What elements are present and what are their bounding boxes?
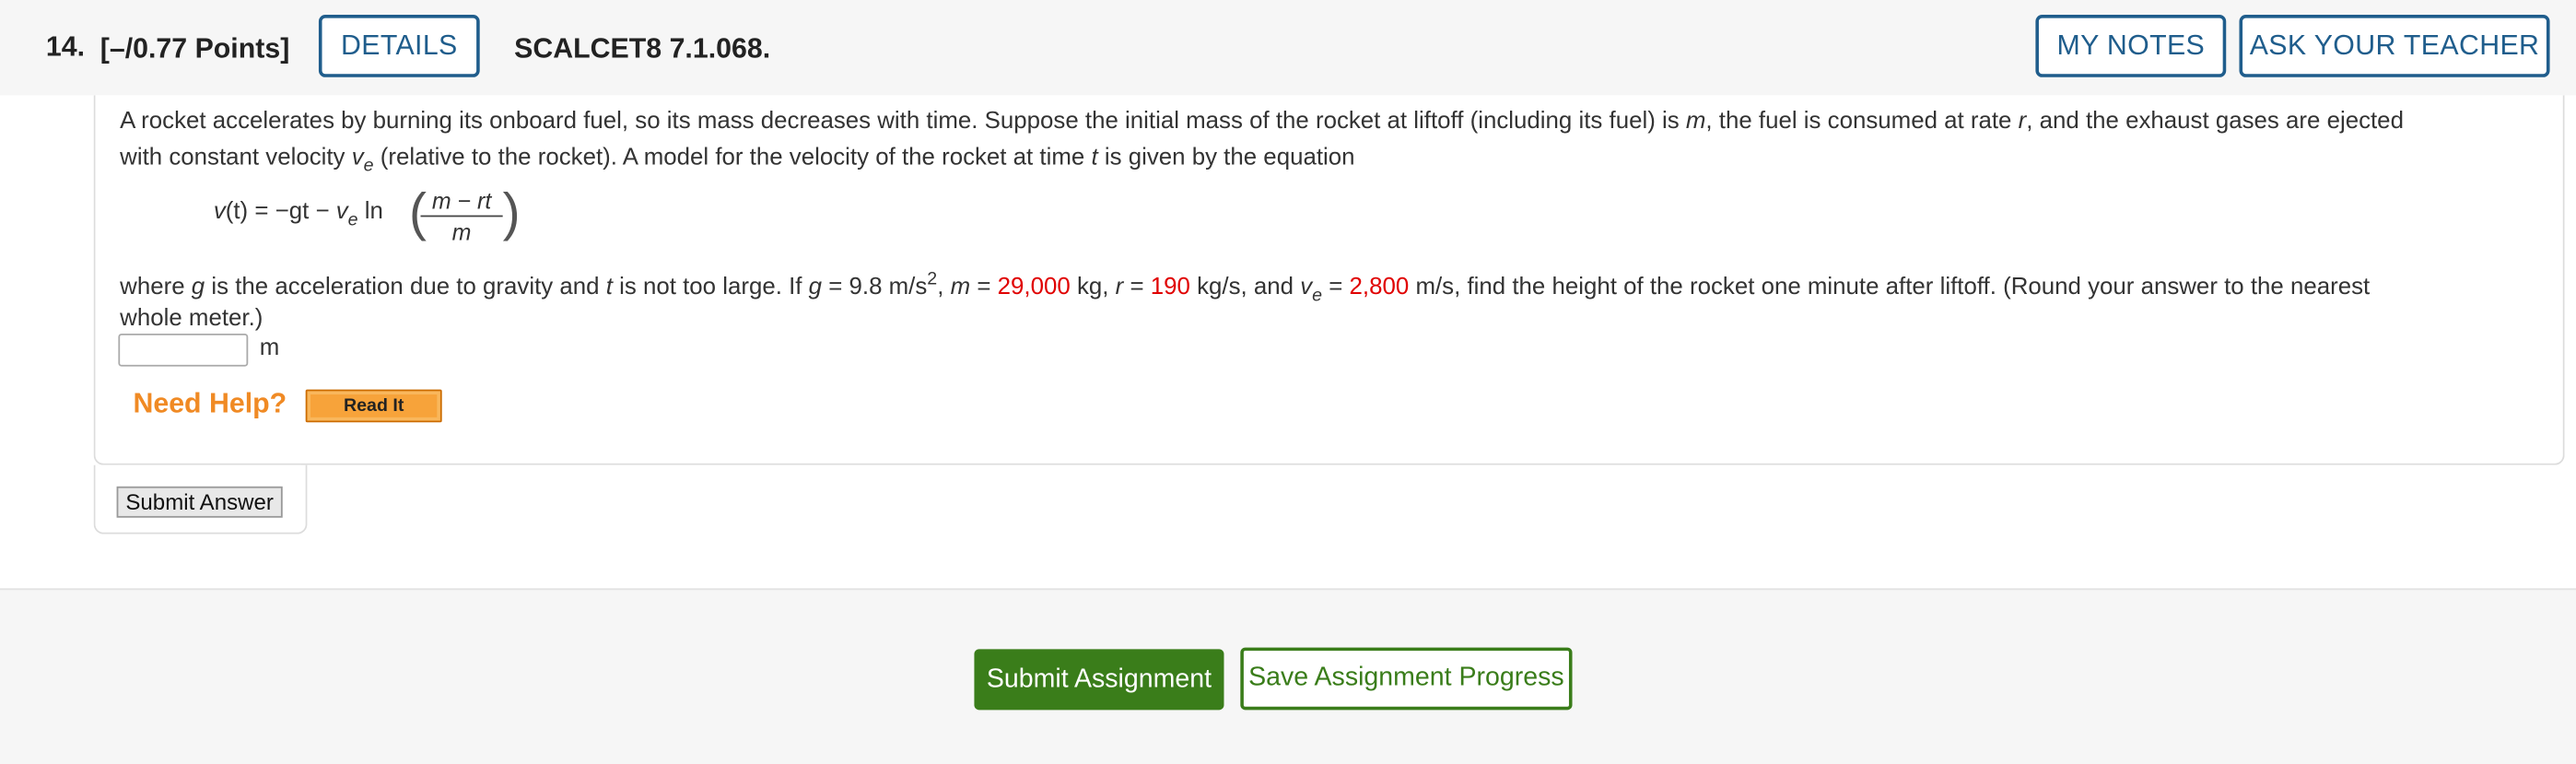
problem-line-1: A rocket accelerates by burning its onbo… (120, 108, 2404, 135)
my-notes-button[interactable]: MY NOTES (2035, 15, 2227, 77)
right-paren: ) (502, 182, 521, 242)
read-it-button[interactable]: Read It (305, 389, 442, 423)
question-header: 14. [–/0.77 Points] DETAILS SCALCET8 7.1… (0, 0, 2576, 96)
question-code: SCALCET8 7.1.068. (514, 32, 771, 65)
problem-line-3: where g is the acceleration due to gravi… (120, 269, 2371, 306)
rate-value: 190 (1150, 274, 1190, 301)
question-number: 14. (45, 30, 86, 63)
answer-unit: m (259, 335, 280, 362)
ask-your-teacher-button[interactable]: ASK YOUR TEACHER (2239, 15, 2550, 77)
equation-fraction: m − rt m (420, 187, 503, 245)
mass-value: 29,000 (997, 274, 1071, 301)
answer-input[interactable] (118, 333, 249, 367)
details-button[interactable]: DETAILS (318, 15, 480, 77)
equation-lhs: v(t) = −gt − ve ln (213, 198, 383, 230)
need-help-label: Need Help? (133, 387, 287, 419)
submit-assignment-button[interactable]: Submit Assignment (974, 649, 1224, 711)
exhaust-velocity-value: 2,800 (1349, 274, 1410, 301)
problem-line-4: whole meter.) (120, 305, 263, 333)
submit-answer-button[interactable]: Submit Answer (116, 486, 283, 518)
question-points: [–/0.77 Points] (100, 32, 290, 65)
problem-line-2: with constant velocity ve (relative to t… (120, 144, 1355, 176)
save-assignment-progress-button[interactable]: Save Assignment Progress (1240, 647, 1573, 711)
